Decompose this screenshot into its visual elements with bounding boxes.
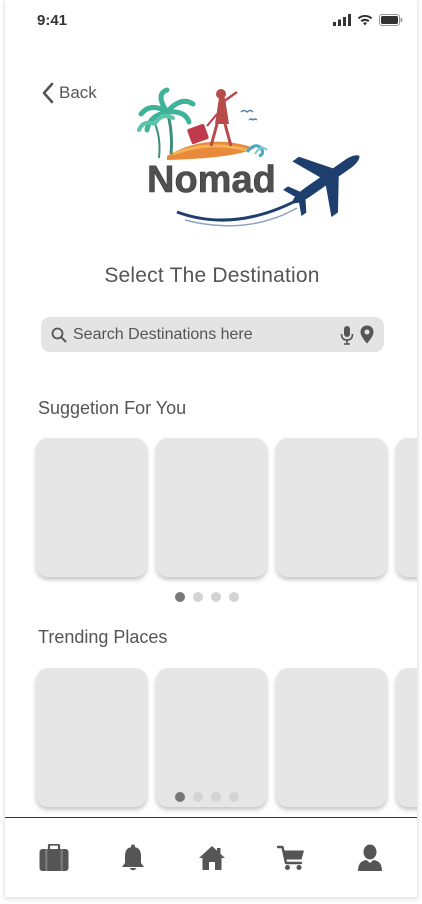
tab-profile[interactable] [346,834,394,882]
suggestions-pager [5,592,417,602]
phone-screen: 9:41 Back Nomad Select The Destination S… [4,0,418,897]
status-time: 9:41 [37,12,68,29]
chevron-left-icon [42,82,54,104]
bell-icon [122,844,145,870]
location-pin-icon[interactable] [360,325,374,344]
search-icon [51,327,67,342]
pager-dot[interactable] [211,792,221,802]
trending-carousel[interactable] [36,668,417,807]
pager-dot[interactable] [193,592,203,602]
suggestion-card[interactable] [36,438,147,577]
microphone-icon[interactable] [340,325,354,345]
user-icon [357,844,382,871]
pager-dot-active[interactable] [175,592,185,602]
pager-dot[interactable] [229,592,239,602]
suggestions-title: Suggetion For You [38,398,187,418]
home-icon [198,845,225,870]
suggestion-card[interactable] [276,438,387,577]
tab-trips[interactable] [30,834,78,882]
battery-icon [379,14,403,26]
suggestions-carousel[interactable] [36,438,417,577]
back-label: Back [59,83,97,102]
trending-card[interactable] [276,668,387,807]
back-button[interactable]: Back [41,82,97,104]
wifi-icon [357,14,373,26]
briefcase-icon [39,843,69,871]
status-icons [333,14,403,26]
page-title: Select The Destination [104,264,320,287]
search-input[interactable] [73,325,340,344]
tab-notifications[interactable] [109,834,157,882]
search-bar [41,317,384,352]
trending-card[interactable] [36,668,147,807]
cart-icon [276,845,304,870]
pager-dot-active[interactable] [175,792,185,802]
bottom-tab-bar [5,817,417,897]
pager-dot[interactable] [193,792,203,802]
svg-text:Nomad: Nomad [147,159,276,201]
trending-card[interactable] [396,668,417,807]
tab-cart[interactable] [267,834,315,882]
suggestion-card[interactable] [396,438,417,577]
pager-dot[interactable] [229,792,239,802]
trending-title: Trending Places [38,627,168,647]
trending-pager [5,792,417,802]
trending-card[interactable] [156,668,267,807]
pager-dot[interactable] [211,592,221,602]
suggestion-card[interactable] [156,438,267,577]
tab-home[interactable] [188,834,236,882]
nomad-logo: Nomad [137,87,360,227]
signal-icon [333,14,351,26]
